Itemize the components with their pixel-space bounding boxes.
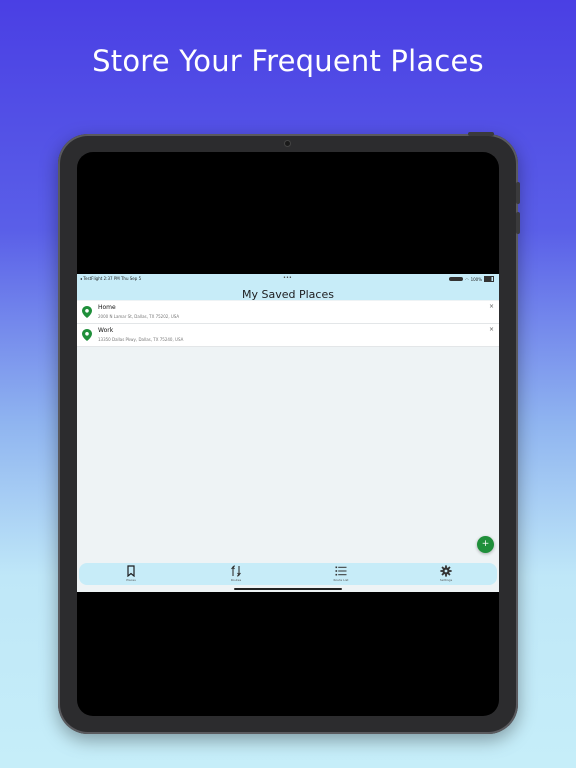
tablet-top-button bbox=[468, 132, 494, 136]
map-pin-icon bbox=[82, 306, 92, 318]
tablet-volume-up-button bbox=[516, 182, 520, 204]
close-icon[interactable]: × bbox=[489, 303, 494, 310]
map-pin-icon bbox=[82, 329, 92, 341]
multitask-dots-icon[interactable]: ••• bbox=[283, 275, 292, 281]
tab-route-list[interactable]: Route List bbox=[311, 565, 371, 582]
battery-percent: 100% bbox=[470, 276, 482, 282]
home-indicator[interactable] bbox=[234, 588, 342, 590]
page-title: My Saved Places bbox=[242, 288, 334, 301]
app-window: ◂ TestFlight 2:37 PM Thu Sep 5 ••• ◠ 100… bbox=[77, 274, 499, 592]
status-bar: ◂ TestFlight 2:37 PM Thu Sep 5 ••• ◠ 100… bbox=[77, 274, 499, 283]
place-address: 13350 Dallas Pkwy, Dallas, TX 75240, USA bbox=[98, 337, 184, 342]
tab-label: Settings bbox=[439, 578, 453, 582]
battery-icon bbox=[484, 276, 494, 282]
tab-settings[interactable]: Settings bbox=[416, 565, 476, 582]
tab-places[interactable]: Places bbox=[101, 565, 161, 582]
place-name: Home bbox=[98, 304, 116, 311]
nav-bar: My Saved Places bbox=[77, 283, 499, 301]
marketing-headline: Store Your Frequent Places bbox=[92, 44, 484, 78]
tab-label: Route List bbox=[333, 578, 349, 582]
route-icon bbox=[231, 565, 241, 577]
tablet-screen: ◂ TestFlight 2:37 PM Thu Sep 5 ••• ◠ 100… bbox=[77, 152, 499, 716]
close-icon[interactable]: × bbox=[489, 326, 494, 333]
place-name: Work bbox=[98, 327, 114, 334]
tab-routes[interactable]: Routes bbox=[206, 565, 266, 582]
list-item[interactable]: Work 13350 Dallas Pkwy, Dallas, TX 75240… bbox=[77, 324, 499, 347]
list-icon bbox=[335, 566, 347, 576]
status-left-text: ◂ TestFlight 2:37 PM Thu Sep 5 bbox=[80, 276, 142, 281]
focus-pill-icon bbox=[449, 277, 464, 281]
gear-icon bbox=[440, 565, 452, 577]
status-right: ◠ 100% bbox=[449, 276, 494, 282]
tab-label: Places bbox=[126, 578, 136, 582]
camera-icon bbox=[285, 141, 290, 146]
wifi-icon: ◠ bbox=[465, 276, 469, 282]
tab-bar: Places Routes Route List Settings bbox=[79, 563, 497, 585]
add-place-button[interactable]: + bbox=[477, 536, 494, 553]
places-list: Home 2000 N Lamar St, Dallas, TX 75202, … bbox=[77, 301, 499, 347]
bookmark-icon bbox=[127, 565, 135, 577]
list-item[interactable]: Home 2000 N Lamar St, Dallas, TX 75202, … bbox=[77, 301, 499, 324]
tab-label: Routes bbox=[230, 578, 242, 582]
place-address: 2000 N Lamar St, Dallas, TX 75202, USA bbox=[98, 314, 180, 319]
tablet-volume-down-button bbox=[516, 212, 520, 234]
